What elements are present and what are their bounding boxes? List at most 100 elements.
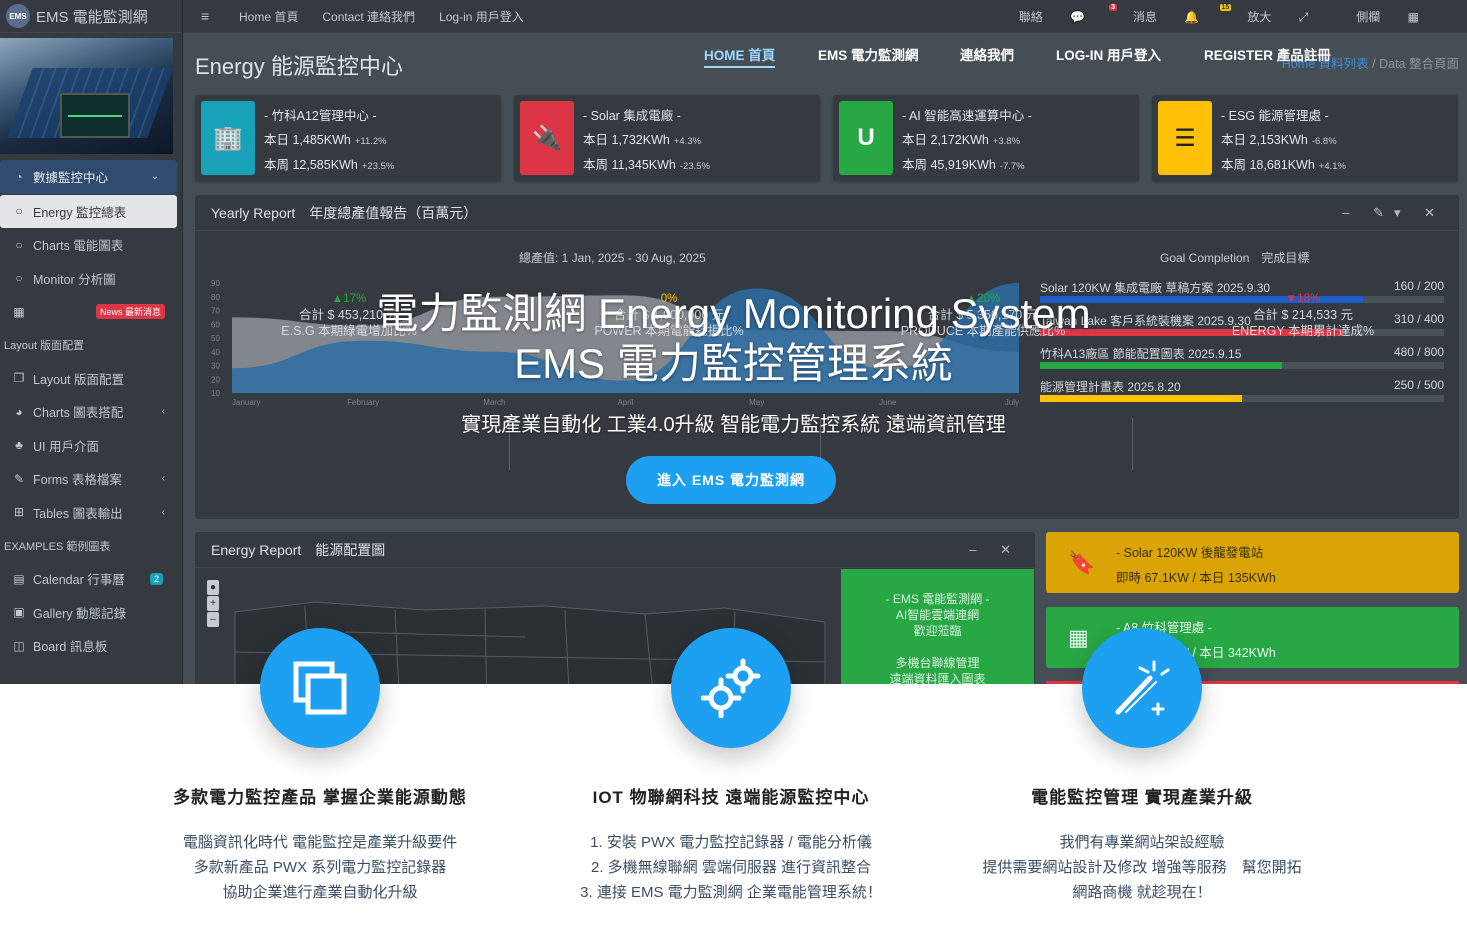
y-tick-label: 10 xyxy=(211,389,220,398)
map-zoom-controls[interactable]: ● + – xyxy=(207,580,219,627)
sidebar-item-label: 數據監控中心 xyxy=(33,171,109,186)
calculator-icon: ▦ xyxy=(1068,625,1089,650)
chat-icon: 💬 xyxy=(1070,10,1086,24)
bookmark-icon: 🔖 xyxy=(1068,550,1096,575)
topbar-link-home[interactable]: Home 首頁 xyxy=(239,8,298,25)
sidebar-item-board[interactable]: ◫ Board 訊息板 xyxy=(0,629,183,663)
laptop-screen-graphic xyxy=(60,93,130,138)
table-icon: ⊞ xyxy=(13,505,25,520)
welcome-panel: - EMS 電能監測網 - AI智能雲端連網 歡迎蒞臨 多機台聯線管理 遠端資料… xyxy=(841,569,1034,684)
bell-icon: 🔔 xyxy=(1184,10,1200,24)
nav-header-examples: EXAMPLES 範例圖表 xyxy=(4,540,111,553)
x-tick-label: July xyxy=(1005,398,1019,407)
x-tick-label: January xyxy=(232,398,260,407)
hamburger-menu-icon[interactable]: ≡ xyxy=(201,8,215,24)
circle-icon: ○ xyxy=(15,271,23,286)
chevron-down-icon: ⌄ xyxy=(150,171,159,183)
topbar-link-login[interactable]: Log-in 用戶登入 xyxy=(439,8,524,25)
info-box-solar: 🔌 - Solar 集成電廠 - 本日 1,732KWh +4.3% 本周 11,… xyxy=(514,95,820,181)
sidebar-item-label: Gallery 動態記錄 xyxy=(33,606,127,621)
chevron-left-icon: ‹ xyxy=(161,473,165,485)
page-title: Energy 能源監控中心 xyxy=(195,54,403,79)
chart-range-label: 總產值: 1 Jan, 2025 - 30 Aug, 2025 xyxy=(519,251,706,265)
brand[interactable]: EMS EMS 電能監測網 xyxy=(0,0,182,33)
small-box-solar[interactable]: 🔖 - Solar 120KW 後龍發電站 即時 67.1KW / 本日 135… xyxy=(1046,532,1459,593)
magic-wand-icon xyxy=(1082,628,1202,748)
info-box-a12: 🏢 - 竹科A12管理中心 - 本日 1,485KWh +11.2% 本周 12,… xyxy=(195,95,501,181)
x-tick-label: June xyxy=(879,398,897,407)
notifications-badge: 15 xyxy=(1219,4,1232,11)
nav-home[interactable]: HOME 首頁 xyxy=(704,44,776,68)
sidebar-item-forms[interactable]: ✎ Forms 表格檔案 ‹ xyxy=(0,462,183,496)
dashboard-icon: ◔ xyxy=(15,169,23,184)
hero-title-line1: 電力監測網 Energy Monitoring System xyxy=(376,290,1091,337)
edit-icon: ✎ xyxy=(13,471,25,486)
nav-login[interactable]: LOG-IN 用戶登入 xyxy=(1056,44,1161,64)
nav-register[interactable]: REGISTER 產品註冊 xyxy=(1204,44,1331,64)
tree-icon: ♣ xyxy=(15,438,23,453)
topbar-link-contact[interactable]: Contact 連絡我們 xyxy=(322,8,415,25)
card-tools[interactable]: – ✕ xyxy=(969,542,1021,558)
hero-title-line2: EMS 電力監控管理系統 xyxy=(514,340,953,387)
breadcrumb-current: Data 整合頁面 xyxy=(1379,57,1459,71)
hero-subtitle: 實現產業自動化 工業4.0升級 智能電力監控系統 遠端資訊管理 xyxy=(461,414,1006,436)
sidebar-item-label: Forms 表格檔案 xyxy=(33,473,122,488)
sidebar-item-monitor-center[interactable]: ◔ 數據監控中心 ⌄ xyxy=(0,160,177,194)
topbar-notifications[interactable]: 消息 🔔 15 xyxy=(1133,4,1232,25)
x-tick-label: March xyxy=(483,398,505,407)
topbar-fullscreen[interactable]: 放大 ⤢ xyxy=(1247,8,1332,25)
feature-title: 多款電力監控產品 掌握企業能源動態 xyxy=(173,788,467,807)
circle-icon: ○ xyxy=(15,204,23,219)
nav-ems[interactable]: EMS 電力監測網 xyxy=(818,44,919,64)
feature-description: 電腦資訊化時代 電能監控是產業升級要件 多款新產品 PWX 系列電力監控記錄器 … xyxy=(182,834,458,901)
info-box-ai: U - AI 智能高速運算中心 - 本日 2,172KWh +3.8% 本周 45… xyxy=(833,95,1139,181)
sidebar-item-label: Tables 圖表輸出 xyxy=(33,506,123,521)
topbar-sidebar-toggle[interactable]: 側欄 ▦ xyxy=(1356,8,1443,25)
top-navbar: ≡ Home 首頁 Contact 連絡我們 Log-in 用戶登入 聯絡 💬 3… xyxy=(183,0,1467,33)
expand-icon: ⤢ xyxy=(1298,10,1309,24)
board-icon: ◫ xyxy=(13,638,25,653)
map-locate-button[interactable]: ● xyxy=(207,580,219,595)
x-tick-label: May xyxy=(749,398,764,407)
sidebar-item-label: Calendar 行事曆 xyxy=(33,573,125,588)
goal-completion-label: Goal Completion 完成目標 xyxy=(1160,251,1310,265)
brand-logo-icon: EMS xyxy=(6,4,30,28)
feature-title: 電能監控管理 實現產業升級 xyxy=(1031,788,1253,807)
topbar-messages[interactable]: 聯絡 💬 3 xyxy=(1019,4,1118,25)
feature-title: IOT 物聯網科技 遠端能源監控中心 xyxy=(592,788,870,807)
topbar-right: 聯絡 💬 3 消息 🔔 15 放大 ⤢ 側欄 ▦ xyxy=(1019,0,1467,33)
feature-description: 我們有專業網站架設經驗 提供需要網站設計及修改 增強等服務 幫您開拓 網路商機 … xyxy=(982,834,1302,901)
x-tick-label: April xyxy=(617,398,633,407)
layers-icon xyxy=(260,628,380,748)
sidebar-item-label: Charts 電能圖表 xyxy=(33,239,124,254)
feature-description: 1. 安裝 PWX 電力監控記錄器 / 電能分析儀 2. 多機無線聯網 雲端伺服… xyxy=(580,834,882,901)
sidebar-item-charts[interactable]: ○ Charts 電能圖表 xyxy=(0,228,183,262)
card-title: Yearly Report 年度總產值報告（百萬元） xyxy=(195,195,1459,231)
map-zoom-in-button[interactable]: + xyxy=(207,596,219,611)
y-tick-label: 90 xyxy=(211,279,220,288)
messages-badge: 3 xyxy=(1109,4,1118,11)
magnet-icon: U xyxy=(839,101,893,175)
server-icon: ☰ xyxy=(1158,101,1212,175)
sidebar-item-label: Energy 監控總表 xyxy=(33,205,127,220)
gears-icon xyxy=(671,628,791,748)
card-tools[interactable]: – ✎▾ ✕ xyxy=(1342,205,1445,221)
calendar-badge: 2 xyxy=(149,572,163,585)
info-box-esg: ☰ - ESG 能源管理處 - 本日 2,153KWh -6.8% 本周 18,6… xyxy=(1152,95,1458,181)
progress-bar xyxy=(1040,395,1242,402)
map-zoom-out-button[interactable]: – xyxy=(207,612,219,627)
plug-icon: 🔌 xyxy=(520,101,574,175)
sidebar-item-gallery[interactable]: ▣ Gallery 動態記錄 xyxy=(0,596,183,630)
sidebar-item-energy[interactable]: ○ Energy 監控總表 xyxy=(0,194,177,228)
chevron-left-icon: ‹ xyxy=(161,506,165,518)
enter-ems-button[interactable]: 進入 EMS 電力監測網 xyxy=(626,456,836,504)
sidebar-item-label: Board 訊息板 xyxy=(33,640,108,655)
x-tick-label: February xyxy=(347,398,379,407)
nav-contact[interactable]: 連絡我們 xyxy=(960,44,1014,64)
circle-icon: ○ xyxy=(15,237,23,252)
brand-name: EMS 電能監測網 xyxy=(36,8,148,26)
sidebar-item-label: Monitor 分析圖 xyxy=(33,272,116,287)
sidebar-item-tables[interactable]: ⊞ Tables 圖表輸出 ‹ xyxy=(0,496,183,530)
sidebar-item-calendar[interactable]: ▤ Calendar 行事曆 2 xyxy=(0,562,183,596)
sidebar-icon: ▦ xyxy=(1407,10,1419,24)
